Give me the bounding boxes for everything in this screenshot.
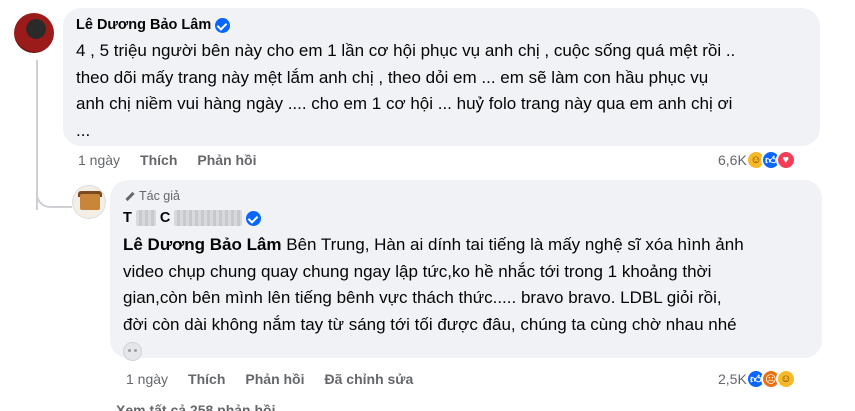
reply-button[interactable]: Phản hồi	[245, 371, 304, 387]
mention-link[interactable]: Lê Dương Bảo Lâm	[123, 235, 282, 254]
edited-label[interactable]: Đã chỉnh sửa	[325, 371, 414, 387]
verified-badge-icon	[215, 17, 231, 33]
verified-badge-icon	[246, 210, 262, 226]
reply-comment-actions: 1 ngày Thích Phản hồi Đã chỉnh sửa	[126, 371, 433, 387]
main-comment-text: 4 , 5 triệu người bên này cho em 1 lần c…	[76, 41, 736, 140]
redacted-name-part	[135, 210, 156, 226]
pencil-icon	[123, 190, 135, 202]
reply-comment-time[interactable]: 1 ngày	[126, 371, 168, 387]
main-comment-actions: 1 ngày Thích Phản hồi	[78, 152, 277, 168]
reaction-count: 6,6K	[718, 152, 747, 168]
like-button[interactable]: Thích	[188, 371, 225, 387]
haha-reaction-icon: ☺	[775, 369, 796, 389]
redacted-name-part	[174, 210, 243, 226]
main-comment-reactions[interactable]: 6,6K ☺ 👍︎ ♥	[718, 150, 796, 170]
author-badge: Tác giả	[123, 187, 809, 205]
main-comment-author[interactable]: Lê Dương Bảo Lâm	[76, 17, 211, 33]
thread-connector	[36, 168, 72, 208]
reaction-count: 2,5K	[718, 371, 747, 387]
like-button[interactable]: Thích	[140, 152, 177, 168]
face-emoji-icon	[123, 342, 142, 362]
reply-comment-bubble: Tác giả T C Lê Dương Bảo Lâm Bên Trung, …	[110, 180, 822, 362]
reply-comment-reactions[interactable]: 2,5K 👍︎ ☹ ☺	[718, 369, 796, 389]
reply-comment-text: Lê Dương Bảo Lâm Bên Trung, Hàn ai dính …	[123, 232, 809, 365]
reply-author[interactable]: T C	[123, 207, 809, 229]
reply-author-avatar[interactable]	[72, 185, 106, 219]
view-more-replies-link[interactable]: Xem tất cả 258 phản hồi	[116, 402, 276, 411]
commenter-avatar[interactable]	[14, 13, 54, 53]
love-reaction-icon: ♥	[775, 150, 796, 170]
reply-button[interactable]: Phản hồi	[197, 152, 256, 168]
main-comment-bubble: Lê Dương Bảo Lâm 4 , 5 triệu người bên n…	[63, 8, 820, 146]
main-comment-time[interactable]: 1 ngày	[78, 152, 120, 168]
